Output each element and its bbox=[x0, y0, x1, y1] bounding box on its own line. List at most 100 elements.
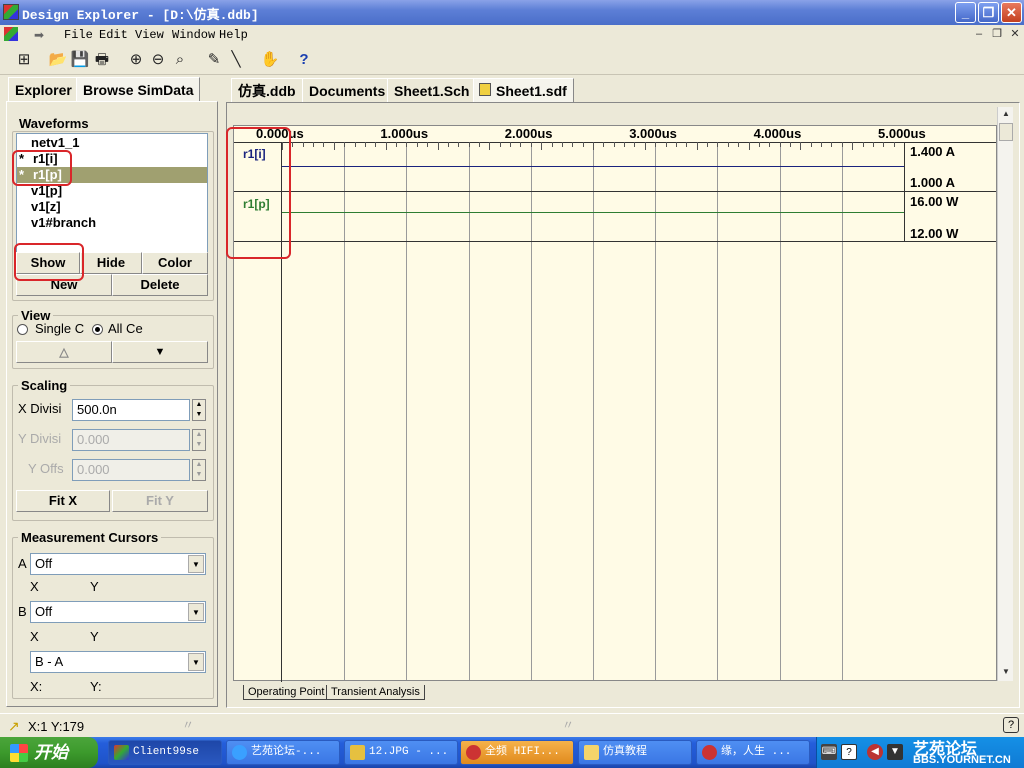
print-icon[interactable]: 🖶 bbox=[92, 50, 112, 70]
tab-explorer[interactable]: Explorer bbox=[8, 77, 79, 101]
left-panel: Explorer Browse SimData Waveforms netv1_… bbox=[6, 77, 220, 707]
trace-separator bbox=[234, 241, 996, 242]
scroll-thumb[interactable] bbox=[999, 123, 1013, 141]
cursor-b-x-label: X bbox=[30, 629, 39, 644]
keyboard-icon[interactable]: ⌨ bbox=[821, 744, 837, 760]
all-radio[interactable] bbox=[92, 324, 103, 335]
vertical-scrollbar[interactable]: ▲ ▼ bbox=[997, 107, 1013, 681]
delete-button[interactable]: Delete bbox=[112, 274, 208, 296]
menu-window[interactable]: Window bbox=[172, 28, 215, 42]
y-division-input[interactable]: 0.000 bbox=[72, 429, 190, 451]
task-folder[interactable]: 仿真教程 bbox=[578, 740, 692, 765]
mdi-close-button[interactable]: ✕ bbox=[1008, 28, 1022, 42]
document-icon[interactable] bbox=[4, 27, 18, 41]
x-division-input[interactable]: 500.0n bbox=[72, 399, 190, 421]
tab-transient-analysis[interactable]: Transient Analysis bbox=[326, 685, 425, 700]
ruler-tick bbox=[478, 142, 480, 147]
scroll-down-icon[interactable]: ▼ bbox=[998, 665, 1014, 679]
task-client99se[interactable]: Client99se bbox=[108, 740, 222, 765]
list-item[interactable]: v1[z] bbox=[31, 199, 61, 215]
cursor-b-select[interactable]: Off ▼ bbox=[30, 601, 206, 623]
ruler-tick bbox=[831, 142, 833, 147]
ruler-tick bbox=[458, 142, 460, 147]
task-browser[interactable]: 艺苑论坛-... bbox=[226, 740, 340, 765]
ruler-tick bbox=[489, 142, 491, 150]
help-icon[interactable]: ? bbox=[841, 744, 857, 760]
chevron-down-icon[interactable]: ▼ bbox=[188, 603, 204, 621]
ruler-tick bbox=[634, 142, 636, 147]
wire-icon[interactable]: ╲ bbox=[226, 50, 246, 70]
chevron-down-icon[interactable]: ▼ bbox=[188, 555, 204, 573]
waveform-plot[interactable]: 0.000us 1.000us 2.000us 3.000us 4.000us 5.000… bbox=[226, 125, 997, 682]
move-down-button[interactable]: ▼ bbox=[112, 341, 208, 363]
ruler-tick bbox=[520, 142, 522, 147]
y-division-spinner[interactable]: ▲ ▼ bbox=[192, 429, 206, 451]
ruler-tick bbox=[675, 142, 677, 147]
mdi-minimize-button[interactable]: – bbox=[972, 28, 986, 42]
cursor-a-select[interactable]: Off ▼ bbox=[30, 553, 206, 575]
chevron-left-icon[interactable]: ◀ bbox=[867, 744, 883, 760]
ruler-tick bbox=[427, 142, 429, 147]
ruler-tick bbox=[447, 142, 449, 147]
tab-browse-simdata[interactable]: Browse SimData bbox=[76, 77, 201, 101]
start-button[interactable]: 开始 bbox=[0, 737, 98, 768]
zoom-out-icon[interactable]: ⊖ bbox=[148, 50, 168, 70]
pan-hand-icon[interactable]: ✋ bbox=[260, 50, 280, 70]
x-division-spinner[interactable]: ▲ ▼ bbox=[192, 399, 206, 421]
grid-line bbox=[468, 142, 470, 680]
chevron-down-icon[interactable]: ▼ bbox=[188, 653, 204, 671]
cursor-diff-select[interactable]: B - A ▼ bbox=[30, 651, 206, 673]
time-tick-label: 5.000us bbox=[878, 126, 926, 141]
fit-y-button[interactable]: Fit Y bbox=[112, 490, 208, 512]
task-hifi[interactable]: 全频 HIFI... bbox=[460, 740, 574, 765]
list-item[interactable]: v1#branch bbox=[31, 215, 96, 231]
restore-button[interactable]: ❐ bbox=[978, 2, 999, 23]
menu-file[interactable]: File bbox=[64, 28, 93, 42]
hide-button[interactable]: Hide bbox=[80, 252, 142, 274]
open-folder-icon[interactable]: 📂 bbox=[48, 50, 68, 70]
network-icon[interactable]: ▼ bbox=[887, 744, 903, 760]
mdi-restore-button[interactable]: ❐ bbox=[990, 28, 1004, 42]
zoom-in-icon[interactable]: ⊕ bbox=[126, 50, 146, 70]
minimize-button[interactable]: _ bbox=[955, 2, 976, 23]
ruler-tick bbox=[810, 142, 812, 147]
ruler-tick bbox=[572, 142, 574, 147]
y-offset-spinner[interactable]: ▲ ▼ bbox=[192, 459, 206, 481]
menu-help[interactable]: Help bbox=[219, 28, 248, 42]
single-radio[interactable] bbox=[17, 324, 28, 335]
task-chat[interactable]: 缘，人生 ... bbox=[696, 740, 810, 765]
probe-icon[interactable]: ✎ bbox=[204, 50, 224, 70]
tab-sheet1-sch[interactable]: Sheet1.Sch bbox=[387, 78, 477, 102]
time-tick-label: 3.000us bbox=[629, 126, 677, 141]
highlight-annotation bbox=[14, 243, 84, 281]
tab-ddb[interactable]: 仿真.ddb bbox=[231, 78, 303, 102]
title-bar: Design Explorer - [D:\仿真.ddb] _ ❐ ✕ bbox=[0, 0, 1024, 25]
arrow-menu-icon[interactable]: ➡ bbox=[34, 28, 44, 42]
help-context-icon[interactable]: ? bbox=[1003, 717, 1019, 733]
move-up-button[interactable]: △ bbox=[16, 341, 112, 363]
tab-operating-point[interactable]: Operating Point bbox=[243, 685, 330, 700]
color-button[interactable]: Color bbox=[142, 252, 208, 274]
menu-view[interactable]: View bbox=[135, 28, 164, 42]
close-button[interactable]: ✕ bbox=[1001, 2, 1022, 23]
list-item[interactable]: netv1_1 bbox=[31, 135, 79, 151]
explorer-toggle-icon[interactable]: ⊞ bbox=[14, 50, 34, 70]
trace-line-r1-p bbox=[282, 212, 904, 213]
ruler-tick bbox=[769, 142, 771, 147]
help-icon[interactable]: ? bbox=[294, 50, 314, 70]
cursor-b-y-label: Y bbox=[90, 629, 99, 644]
ruler-tick bbox=[665, 142, 667, 147]
y-offset-input[interactable]: 0.000 bbox=[72, 459, 190, 481]
fit-x-button[interactable]: Fit X bbox=[16, 490, 110, 512]
ruler-tick bbox=[323, 142, 325, 147]
value-divider bbox=[904, 142, 905, 242]
app-icon[interactable] bbox=[3, 4, 19, 20]
task-image[interactable]: 12.JPG - ... bbox=[344, 740, 458, 765]
save-icon[interactable]: 💾 bbox=[70, 50, 90, 70]
time-tick-label: 4.000us bbox=[753, 126, 802, 141]
tab-documents[interactable]: Documents bbox=[302, 78, 393, 102]
grid-line bbox=[530, 142, 532, 680]
scroll-up-icon[interactable]: ▲ bbox=[998, 107, 1014, 121]
menu-edit[interactable]: Edit bbox=[99, 28, 128, 42]
zoom-fit-icon[interactable]: ⌕ bbox=[170, 50, 190, 70]
